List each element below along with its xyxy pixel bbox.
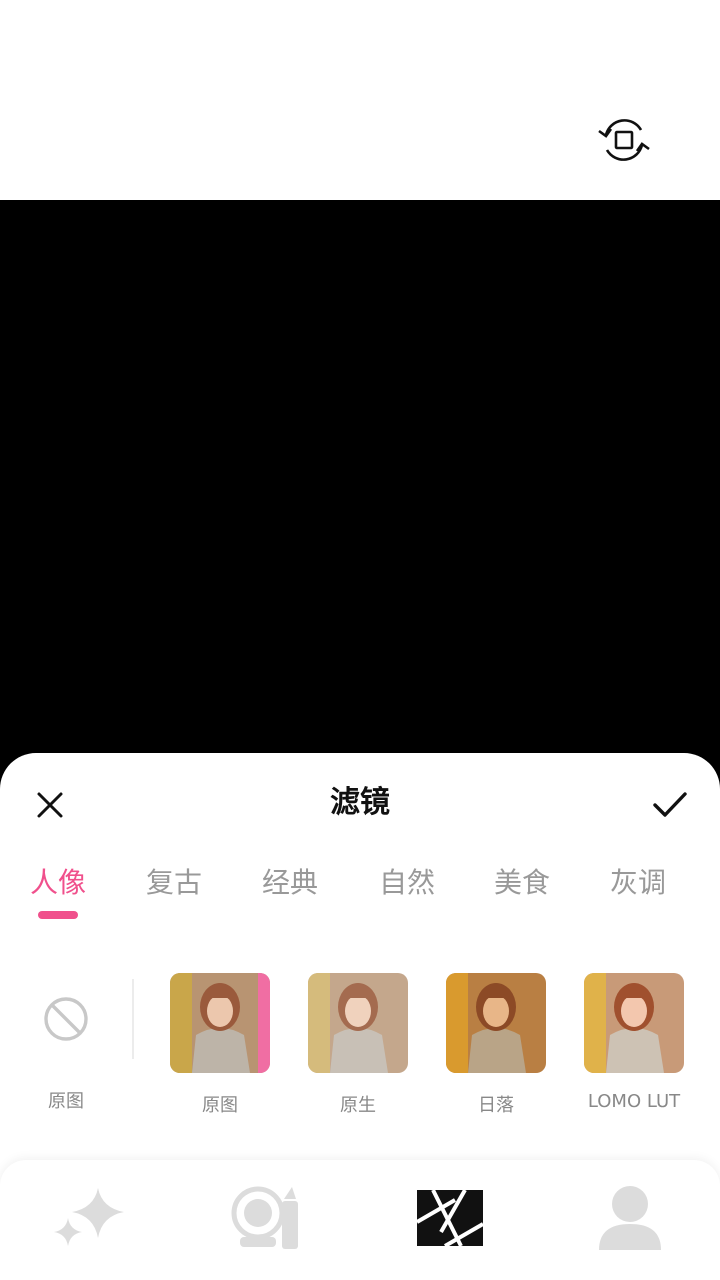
no-filter-option[interactable]: 原图 bbox=[30, 991, 102, 1112]
checkmark-icon bbox=[653, 792, 687, 817]
divider bbox=[132, 979, 134, 1059]
sparkles-icon bbox=[54, 1188, 124, 1246]
top-bar bbox=[0, 0, 720, 200]
close-icon bbox=[37, 792, 63, 818]
nav-item-makeup[interactable] bbox=[218, 1172, 318, 1262]
no-filter-label: 原图 bbox=[48, 1091, 84, 1112]
filter-category-tabs: 人像 复古 经典 自然 美食 灰调 bbox=[0, 861, 720, 921]
filter-thumbnail bbox=[308, 973, 408, 1073]
tab-classic[interactable]: 经典 bbox=[232, 861, 348, 905]
filter-item-original[interactable]: 原图 bbox=[165, 973, 275, 1123]
filter-aperture-icon bbox=[415, 1189, 485, 1248]
switch-camera-icon bbox=[598, 119, 650, 161]
filter-thumbnail bbox=[584, 973, 684, 1073]
no-filter-icon bbox=[44, 997, 88, 1041]
active-tab-indicator bbox=[38, 911, 78, 919]
filter-label: 日落 bbox=[478, 1095, 514, 1116]
tab-food[interactable]: 美食 bbox=[464, 861, 580, 905]
tab-natural[interactable]: 自然 bbox=[349, 861, 465, 905]
person-icon bbox=[599, 1186, 661, 1250]
filter-thumbnail bbox=[170, 973, 270, 1073]
filter-item-sunset[interactable]: 日落 bbox=[441, 973, 551, 1123]
tab-gray[interactable]: 灰调 bbox=[580, 861, 696, 905]
tab-retro[interactable]: 复古 bbox=[116, 861, 232, 905]
filter-label: 原图 bbox=[202, 1095, 238, 1116]
filter-item-native[interactable]: 原生 bbox=[303, 973, 413, 1123]
filter-label: LOMO LUT bbox=[587, 1091, 681, 1112]
close-button[interactable] bbox=[30, 785, 70, 825]
nav-item-profile[interactable] bbox=[580, 1172, 680, 1262]
camera-preview bbox=[0, 200, 720, 800]
filter-thumbnail bbox=[446, 973, 546, 1073]
confirm-button[interactable] bbox=[648, 785, 692, 825]
filter-item-lomo-lut[interactable]: LOMO LUT bbox=[579, 973, 689, 1123]
nav-item-beauty[interactable] bbox=[40, 1172, 140, 1262]
switch-camera-button[interactable] bbox=[596, 112, 652, 168]
tab-portrait[interactable]: 人像 bbox=[0, 861, 116, 905]
bottom-nav bbox=[0, 1160, 720, 1280]
makeup-icon bbox=[231, 1186, 298, 1249]
filter-label: 原生 bbox=[340, 1095, 376, 1116]
panel-title: 滤镜 bbox=[330, 785, 390, 820]
nav-item-filter[interactable] bbox=[400, 1172, 500, 1262]
